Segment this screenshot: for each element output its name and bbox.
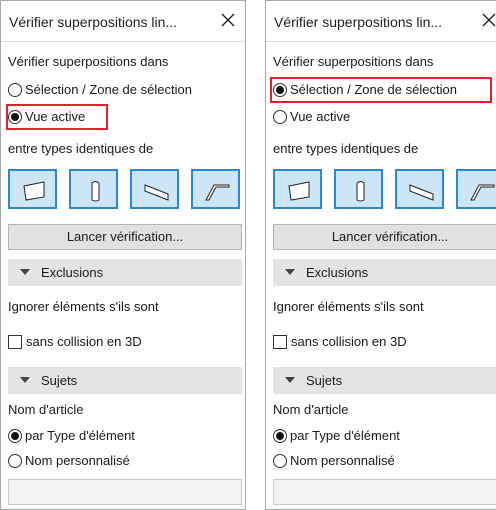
name-option-custom[interactable]: Nom personnalisé [273, 453, 453, 471]
check-in-label: Vérifier superpositions dans [273, 54, 434, 69]
panel-titlebar: Vérifier superpositions lin... [266, 1, 496, 42]
scope-option-active-view[interactable]: Vue active [8, 109, 108, 127]
section-header-label: Sujets [41, 373, 78, 388]
beam-icon[interactable] [395, 169, 444, 209]
collapse-triangle-icon [285, 269, 295, 275]
radio-custom-name[interactable] [273, 454, 287, 468]
no-3d-collision-option[interactable]: sans collision en 3D [273, 334, 443, 352]
radio-by-type[interactable] [273, 429, 287, 443]
ignore-elements-label: Ignorer éléments s'ils sont [273, 299, 424, 314]
radio-label: Vue active [290, 109, 351, 124]
column-icon[interactable] [334, 169, 383, 209]
radio-active-view[interactable] [8, 110, 22, 124]
subjects-header[interactable]: Sujets [273, 367, 496, 394]
collapse-triangle-icon [285, 377, 295, 383]
radio-label: Nom personnalisé [25, 453, 130, 468]
radio-label: Nom personnalisé [290, 453, 395, 468]
no-3d-collision-checkbox[interactable] [8, 335, 22, 349]
between-types-label: entre types identiques de [8, 141, 154, 156]
collapse-triangle-icon [20, 269, 30, 275]
slab-icon[interactable] [8, 169, 57, 209]
no-3d-collision-checkbox[interactable] [273, 335, 287, 349]
section-header-label: Sujets [306, 373, 343, 388]
run-check-button[interactable]: Lancer vérification... [8, 224, 242, 250]
collapse-triangle-icon [20, 377, 30, 383]
check-in-label: Vérifier superpositions dans [8, 54, 169, 69]
custom-name-field[interactable] [273, 479, 496, 505]
exclusions-header[interactable]: Exclusions [8, 259, 242, 286]
panel-title: Vérifier superpositions lin... [274, 14, 443, 30]
radio-selection[interactable] [273, 83, 287, 97]
scope-option-selection[interactable]: Sélection / Zone de sélection [273, 82, 488, 100]
radio-by-type[interactable] [8, 429, 22, 443]
radio-label: par Type d'élément [290, 428, 400, 443]
item-name-label: Nom d'article [8, 402, 84, 417]
run-check-button[interactable]: Lancer vérification... [273, 224, 496, 250]
beam-icon[interactable] [130, 169, 179, 209]
section-header-label: Exclusions [306, 265, 369, 280]
subjects-header[interactable]: Sujets [8, 367, 242, 394]
slab-icon[interactable] [273, 169, 322, 209]
scope-option-active-view[interactable]: Vue active [273, 109, 373, 127]
radio-label: Vue active [25, 109, 86, 124]
radio-label: Sélection / Zone de sélection [290, 82, 457, 97]
radio-selection[interactable] [8, 83, 22, 97]
roof-icon[interactable] [456, 169, 496, 209]
name-option-by-type[interactable]: par Type d'élément [273, 428, 453, 446]
overlap-check-panel-right: Vérifier superpositions lin... Vérifier … [265, 0, 496, 510]
close-icon[interactable] [219, 11, 237, 29]
scope-option-selection[interactable]: Sélection / Zone de sélection [8, 82, 238, 100]
checkbox-label: sans collision en 3D [291, 334, 407, 349]
name-option-custom[interactable]: Nom personnalisé [8, 453, 188, 471]
radio-label: par Type d'élément [25, 428, 135, 443]
panel-title: Vérifier superpositions lin... [9, 14, 178, 30]
radio-active-view[interactable] [273, 110, 287, 124]
panel-titlebar: Vérifier superpositions lin... [1, 1, 245, 42]
no-3d-collision-option[interactable]: sans collision en 3D [8, 334, 178, 352]
ignore-elements-label: Ignorer éléments s'ils sont [8, 299, 159, 314]
radio-label: Sélection / Zone de sélection [25, 82, 192, 97]
checkbox-label: sans collision en 3D [26, 334, 142, 349]
item-name-label: Nom d'article [273, 402, 349, 417]
radio-custom-name[interactable] [8, 454, 22, 468]
between-types-label: entre types identiques de [273, 141, 419, 156]
column-icon[interactable] [69, 169, 118, 209]
custom-name-field[interactable] [8, 479, 242, 505]
exclusions-header[interactable]: Exclusions [273, 259, 496, 286]
overlap-check-panel-left: Vérifier superpositions lin... Vérifier … [0, 0, 246, 510]
roof-icon[interactable] [191, 169, 240, 209]
close-icon[interactable] [480, 11, 496, 29]
section-header-label: Exclusions [41, 265, 104, 280]
name-option-by-type[interactable]: par Type d'élément [8, 428, 188, 446]
